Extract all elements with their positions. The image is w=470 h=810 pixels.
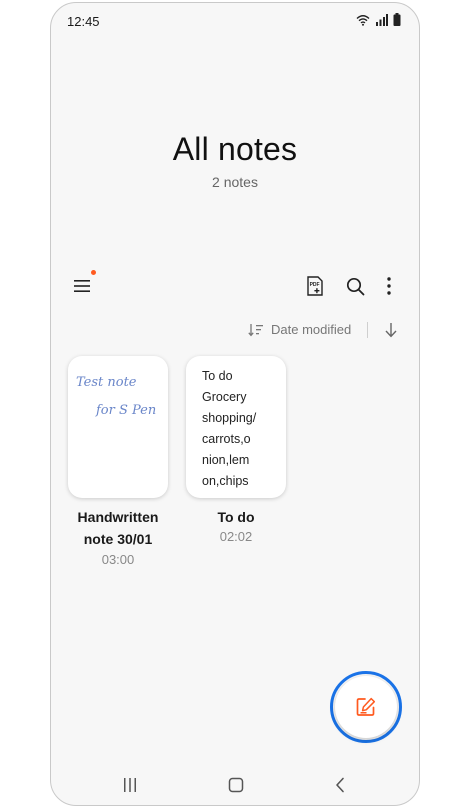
note-time: 03:00 — [101, 552, 135, 567]
status-bar: 12:45 — [51, 3, 419, 41]
search-icon — [346, 277, 364, 295]
note-title-line-1: Handwritten — [77, 509, 159, 525]
recent-apps-button[interactable] — [115, 771, 145, 799]
svg-text:PDF: PDF — [310, 282, 320, 288]
signal-icon — [376, 13, 388, 26]
back-button[interactable] — [325, 771, 355, 799]
phone-frame: 12:45 All notes 2 notes PDF Date modifie… — [50, 2, 420, 806]
menu-icon — [74, 280, 90, 292]
note-title: Handwritten note 30/01 — [63, 506, 173, 550]
sort-bar: Date modified — [51, 319, 419, 341]
home-button[interactable] — [221, 771, 251, 799]
handwriting-line-2: for S Pen — [95, 403, 156, 418]
handwriting-preview: Test note for S Pen — [76, 375, 156, 418]
more-options-button[interactable] — [374, 271, 404, 301]
notification-dot — [91, 270, 96, 275]
notes-count: 2 notes — [212, 174, 258, 190]
note-card-todo[interactable]: To do Grocery shopping/ carrots,o nion,l… — [186, 356, 286, 498]
create-note-button[interactable] — [335, 676, 397, 738]
back-icon — [336, 777, 344, 793]
toolbar: PDF — [51, 270, 419, 305]
home-icon — [228, 777, 244, 793]
note-preview-text: To do Grocery shopping/ carrots,o nion,l… — [202, 369, 257, 488]
status-icons — [356, 13, 401, 26]
divider — [367, 322, 368, 338]
search-button[interactable] — [340, 271, 370, 301]
page-title: All notes — [172, 131, 298, 167]
navigation-bar — [51, 765, 419, 805]
sort-direction-icon[interactable] — [384, 322, 398, 338]
compose-note-icon — [356, 697, 376, 716]
more-options-icon — [387, 277, 391, 295]
wifi-icon — [356, 14, 370, 26]
menu-button[interactable] — [67, 270, 97, 301]
battery-icon — [393, 13, 401, 26]
sort-label[interactable]: Date modified — [271, 322, 351, 337]
pdf-add-icon: PDF — [307, 276, 323, 296]
recent-apps-icon — [124, 778, 136, 792]
status-time: 12:45 — [67, 14, 100, 29]
note-card-handwritten[interactable]: Test note for S Pen — [68, 356, 168, 498]
note-time: 02:02 — [219, 529, 253, 544]
note-title-line-2: note 30/01 — [83, 531, 153, 547]
handwriting-line-1: Test note — [76, 375, 137, 390]
sort-icon[interactable] — [248, 323, 264, 337]
page-header: All notes 2 notes — [51, 131, 419, 190]
note-title: To do — [217, 509, 255, 525]
convert-pdf-button[interactable]: PDF — [300, 271, 330, 301]
